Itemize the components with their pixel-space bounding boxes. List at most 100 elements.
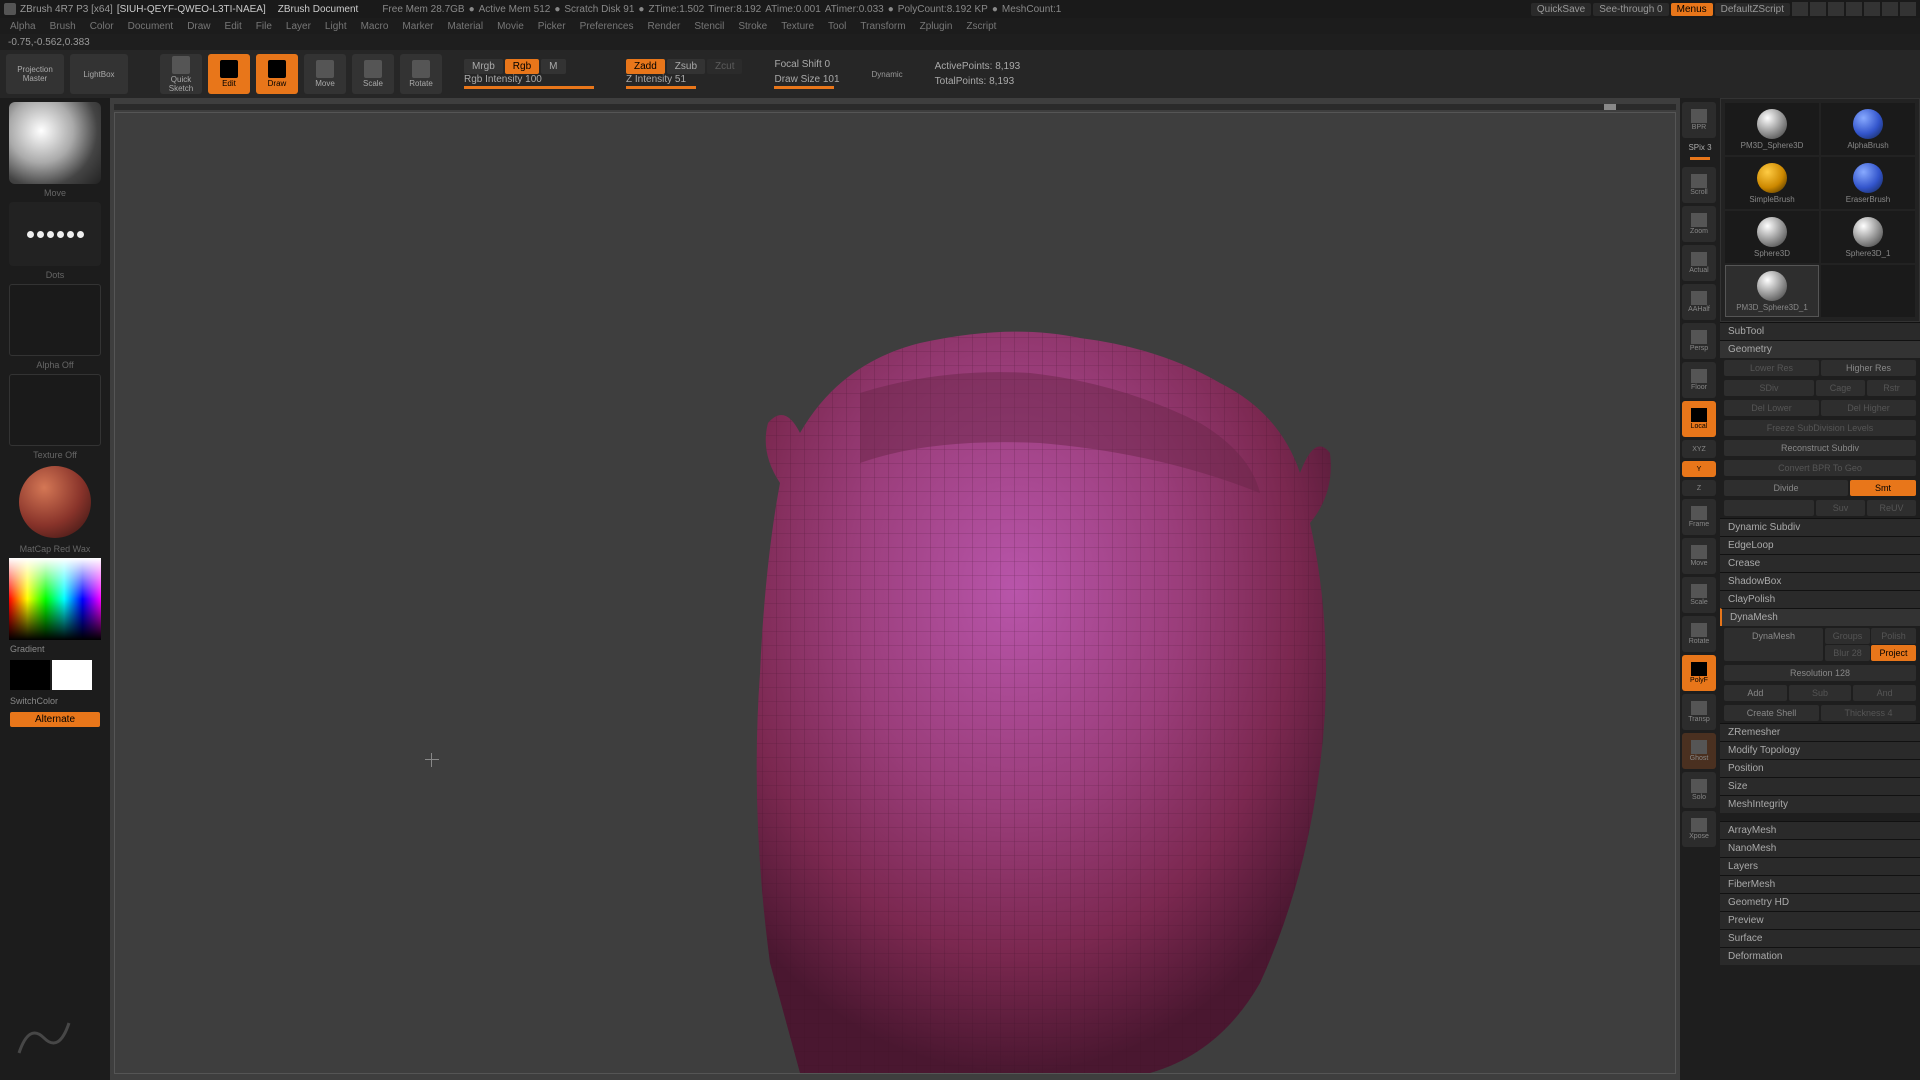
subtool-header[interactable]: SubTool: [1720, 322, 1920, 340]
layers-header[interactable]: Layers: [1720, 857, 1920, 875]
home-icon[interactable]: [1846, 2, 1862, 16]
stroke-preview[interactable]: [9, 202, 101, 266]
smt-button[interactable]: Smt: [1850, 480, 1916, 496]
divide-button[interactable]: Divide: [1724, 480, 1848, 496]
menu-zscript[interactable]: Zscript: [966, 21, 996, 32]
local-button[interactable]: Local: [1682, 401, 1716, 437]
quicksave-button[interactable]: QuickSave: [1531, 3, 1591, 16]
move-mode-button[interactable]: Move: [304, 54, 346, 94]
del-higher-button[interactable]: Del Higher: [1821, 400, 1916, 416]
resolution-slider[interactable]: Resolution 128: [1724, 665, 1916, 681]
close-icon[interactable]: [1900, 2, 1916, 16]
convert-bpr-button[interactable]: Convert BPR To Geo: [1724, 460, 1916, 476]
menu-material[interactable]: Material: [448, 21, 484, 32]
alternate-button[interactable]: Alternate: [10, 712, 100, 727]
menu-zplugin[interactable]: Zplugin: [920, 21, 953, 32]
menu-tool[interactable]: Tool: [828, 21, 846, 32]
z-intensity-slider[interactable]: Z Intensity 51: [626, 74, 742, 85]
menu-document[interactable]: Document: [128, 21, 174, 32]
bpr-button[interactable]: BPR: [1682, 102, 1716, 138]
solo-button[interactable]: Solo: [1682, 772, 1716, 808]
polyf-button[interactable]: PolyF: [1682, 655, 1716, 691]
tool-alphabrush[interactable]: AlphaBrush: [1821, 103, 1915, 155]
menu-texture[interactable]: Texture: [781, 21, 814, 32]
edgeloop-header[interactable]: EdgeLoop: [1720, 536, 1920, 554]
menu-layer[interactable]: Layer: [286, 21, 311, 32]
scale-view-button[interactable]: Scale: [1682, 577, 1716, 613]
menu-file[interactable]: File: [256, 21, 272, 32]
tool-sphere3d-1[interactable]: Sphere3D_1: [1821, 211, 1915, 263]
arraymesh-header[interactable]: ArrayMesh: [1720, 821, 1920, 839]
rotate-view-button[interactable]: Rotate: [1682, 616, 1716, 652]
dynamic-label[interactable]: Dynamic: [872, 70, 903, 79]
zadd-button[interactable]: Zadd: [626, 59, 665, 74]
y-axis-button[interactable]: Y: [1682, 461, 1716, 477]
menu-stroke[interactable]: Stroke: [738, 21, 767, 32]
sdiv-slider[interactable]: SDiv: [1724, 380, 1814, 396]
fibermesh-header[interactable]: FiberMesh: [1720, 875, 1920, 893]
project-button[interactable]: Project: [1871, 645, 1916, 661]
scale-mode-button[interactable]: Scale: [352, 54, 394, 94]
mrgb-button[interactable]: Mrgb: [464, 59, 503, 74]
shadowbox-header[interactable]: ShadowBox: [1720, 572, 1920, 590]
crease-header[interactable]: Crease: [1720, 554, 1920, 572]
surface-header[interactable]: Surface: [1720, 929, 1920, 947]
xpose-button[interactable]: Xpose: [1682, 811, 1716, 847]
menu-alpha[interactable]: Alpha: [10, 21, 36, 32]
tool-simplebrush[interactable]: SimpleBrush: [1725, 157, 1819, 209]
dynamesh-button[interactable]: DynaMesh: [1724, 628, 1823, 661]
tool-eraserbrush[interactable]: EraserBrush: [1821, 157, 1915, 209]
alpha-preview[interactable]: [9, 284, 101, 356]
and-button[interactable]: And: [1853, 685, 1916, 701]
rstr-button[interactable]: Rstr: [1867, 380, 1916, 396]
menu-brush[interactable]: Brush: [50, 21, 76, 32]
freeze-subdiv-button[interactable]: Freeze SubDivision Levels: [1724, 420, 1916, 436]
tool-sphere3d[interactable]: Sphere3D: [1725, 211, 1819, 263]
menu-transform[interactable]: Transform: [860, 21, 905, 32]
claypolish-header[interactable]: ClayPolish: [1720, 590, 1920, 608]
lower-res-button[interactable]: Lower Res: [1724, 360, 1819, 376]
zoom-button[interactable]: Zoom: [1682, 206, 1716, 242]
edit-mode-button[interactable]: Edit: [208, 54, 250, 94]
draw-size-slider[interactable]: Draw Size 101: [774, 74, 839, 85]
dynamic-subdiv-header[interactable]: Dynamic Subdiv: [1720, 518, 1920, 536]
primary-color-swatch[interactable]: [52, 660, 92, 690]
ghost-button[interactable]: Ghost: [1682, 733, 1716, 769]
maximize-icon[interactable]: [1882, 2, 1898, 16]
rotate-mode-button[interactable]: Rotate: [400, 54, 442, 94]
size-header[interactable]: Size: [1720, 777, 1920, 795]
layout-icon[interactable]: [1792, 2, 1808, 16]
transp-button[interactable]: Transp: [1682, 694, 1716, 730]
rgb-intensity-slider[interactable]: Rgb Intensity 100: [464, 74, 594, 85]
modify-topology-header[interactable]: Modify Topology: [1720, 741, 1920, 759]
gradient-label[interactable]: Gradient: [4, 644, 106, 654]
seethrough-slider[interactable]: See-through 0: [1593, 3, 1668, 16]
xyz-axis-button[interactable]: XYZ: [1682, 440, 1716, 458]
del-lower-button[interactable]: Del Lower: [1724, 400, 1819, 416]
actual-button[interactable]: Actual: [1682, 245, 1716, 281]
layout-icon-3[interactable]: [1828, 2, 1844, 16]
timeline-ruler[interactable]: [114, 104, 1676, 110]
menu-movie[interactable]: Movie: [497, 21, 524, 32]
cage-button[interactable]: Cage: [1816, 380, 1865, 396]
zremesher-header[interactable]: ZRemesher: [1720, 723, 1920, 741]
focal-shift-slider[interactable]: Focal Shift 0: [774, 59, 839, 70]
tool-pm3d-sphere3d-1[interactable]: PM3D_Sphere3D_1: [1725, 265, 1819, 317]
lightbox-button[interactable]: LightBox: [70, 54, 128, 94]
menu-picker[interactable]: Picker: [538, 21, 566, 32]
mesh-integrity-header[interactable]: MeshIntegrity: [1720, 795, 1920, 813]
switchcolor-button[interactable]: SwitchColor: [4, 696, 106, 706]
layout-icon-2[interactable]: [1810, 2, 1826, 16]
persp-button[interactable]: Persp: [1682, 323, 1716, 359]
material-preview[interactable]: [19, 466, 91, 538]
color-picker[interactable]: [9, 558, 101, 640]
texture-preview[interactable]: [9, 374, 101, 446]
brush-preview[interactable]: [9, 102, 101, 184]
tool-pm3d-sphere[interactable]: PM3D_Sphere3D: [1725, 103, 1819, 155]
z-axis-button[interactable]: Z: [1682, 480, 1716, 496]
zcut-button[interactable]: Zcut: [707, 59, 742, 74]
viewport[interactable]: [114, 112, 1676, 1074]
menu-color[interactable]: Color: [90, 21, 114, 32]
menu-edit[interactable]: Edit: [225, 21, 242, 32]
thickness-slider[interactable]: Thickness 4: [1821, 705, 1916, 721]
